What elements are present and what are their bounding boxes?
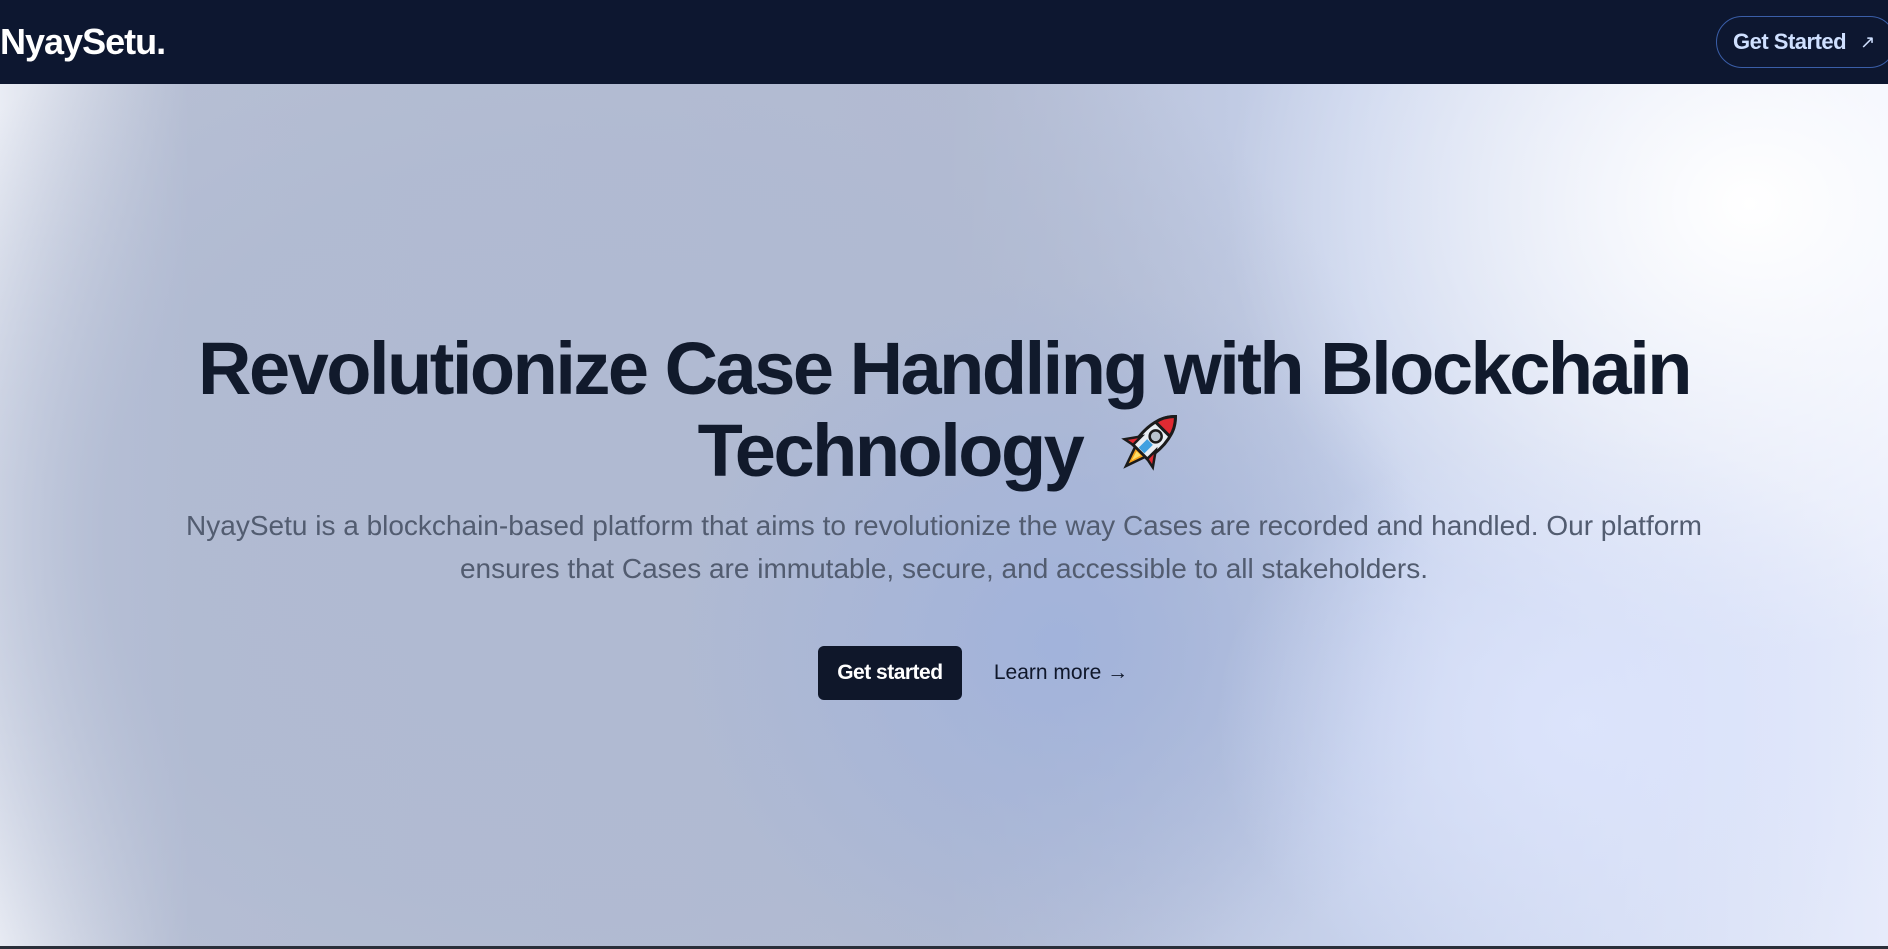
hero-actions: Get started Learn more → — [0, 646, 1888, 700]
learn-more-link[interactable]: Learn more → — [994, 661, 1128, 685]
brand-logo[interactable]: NyaySetu. — [0, 21, 166, 63]
headline-line-1: Revolutionize Case Handling with Blockch… — [198, 327, 1692, 410]
hero-headline: Revolutionize Case Handling with Blockch… — [0, 332, 1888, 492]
get-started-button[interactable]: Get started — [817, 646, 962, 700]
hero-description: NyaySetu is a blockchain-based platform … — [186, 510, 1702, 584]
rocket-icon — [1110, 402, 1190, 490]
headline-line-2: Technology — [697, 409, 1085, 492]
top-navbar: NyaySetu. Get Started ↗ — [0, 0, 1888, 84]
arrow-up-right-icon: ↗ — [1860, 31, 1875, 52]
hero-section: Revolutionize Case Handling with Blockch… — [0, 84, 1888, 949]
get-started-nav-label: Get Started — [1733, 29, 1847, 54]
get-started-nav-button[interactable]: Get Started ↗ — [1716, 16, 1888, 68]
